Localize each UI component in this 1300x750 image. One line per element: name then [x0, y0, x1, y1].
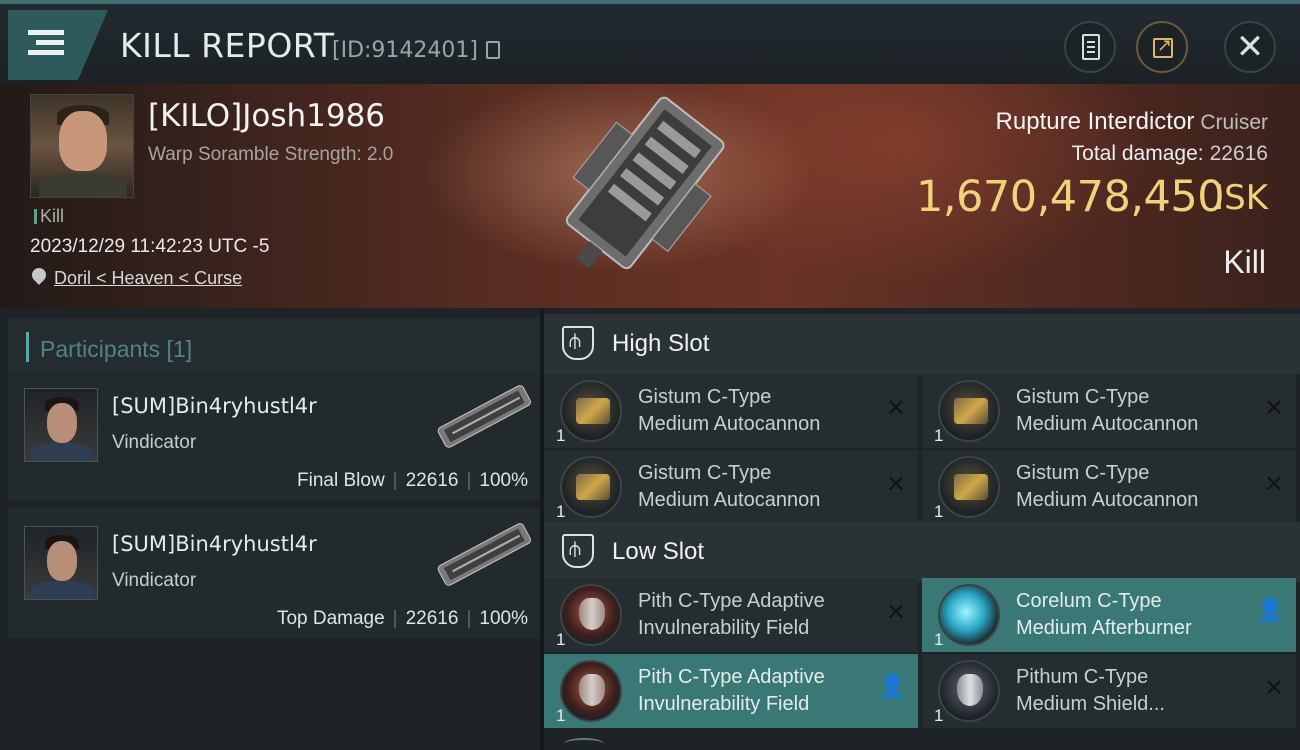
- module-quantity: 1: [934, 630, 944, 649]
- kill-tag: Kill: [34, 206, 64, 227]
- victim-portrait[interactable]: [30, 94, 134, 198]
- participant-stats: Final Blow | 22616 | 100%: [297, 470, 528, 491]
- share-external-icon: [1153, 35, 1173, 58]
- module-name: Corelum C-Type Medium Afterburner: [1016, 590, 1192, 639]
- high-slot-icon: [562, 326, 594, 360]
- ship-name[interactable]: Rupture Interdictor: [996, 108, 1195, 135]
- participant-role: Final Blow: [297, 470, 385, 491]
- total-damage: Total damage: 22616: [1071, 142, 1268, 165]
- participant-row[interactable]: [SUM]Bin4ryhustl4r Vindicator Top Damage…: [8, 508, 540, 638]
- high-slot-header: High Slot: [544, 314, 1300, 374]
- close-icon: ✕: [1235, 27, 1265, 67]
- module-name: Gistum C-Type Medium Autocannon: [638, 386, 821, 435]
- destroyed-icon: ✕: [1263, 470, 1284, 498]
- dropped-person-icon: 👤: [1256, 598, 1284, 623]
- share-button[interactable]: [1136, 21, 1188, 73]
- module-high-4[interactable]: 1 Gistum C-Type Medium Autocannon ✕: [922, 450, 1296, 524]
- kill-datetime: 2023/12/29 11:42:23 UTC -5: [30, 236, 270, 257]
- participant-percent: 100%: [479, 470, 528, 491]
- module-quantity: 1: [934, 502, 944, 521]
- invulnerability-field-icon: [560, 584, 622, 646]
- participants-header[interactable]: Participants [1]: [8, 318, 540, 374]
- module-quantity: 1: [556, 630, 566, 649]
- participant-ship-image: [437, 385, 531, 448]
- low-slot-header: Low Slot: [544, 522, 1300, 582]
- module-quantity: 1: [556, 426, 566, 445]
- destroyed-icon: ✕: [885, 598, 906, 626]
- map-pin-icon: [29, 265, 49, 285]
- participant-name: [SUM]Bin4ryhustl4r: [112, 394, 317, 418]
- participant-ship: Vindicator: [112, 432, 197, 453]
- partial-module-icon: [564, 738, 604, 750]
- victim-ship-image: [565, 96, 725, 270]
- participants-panel: Participants [1] [SUM]Bin4ryhustl4r Vind…: [0, 308, 540, 750]
- module-high-3[interactable]: 1 Gistum C-Type Medium Autocannon ✕: [544, 450, 918, 524]
- participant-damage: 22616: [405, 470, 459, 491]
- clipboard-icon: [1082, 34, 1100, 60]
- destroyed-icon: ✕: [885, 470, 906, 498]
- module-low-4[interactable]: 1 Pithum C-Type Medium Shield... ✕: [922, 654, 1296, 728]
- autocannon-icon: [560, 456, 622, 518]
- autocannon-icon: [938, 456, 1000, 518]
- participant-ship: Vindicator: [112, 570, 197, 591]
- module-name: Pith C-Type Adaptive Invulnerability Fiel…: [638, 590, 825, 639]
- close-button[interactable]: ✕: [1224, 21, 1276, 73]
- participant-ship-image: [437, 523, 531, 586]
- destroyed-icon: ✕: [885, 394, 906, 422]
- destroyed-icon: ✕: [1263, 394, 1284, 422]
- ship-class: Cruiser: [1200, 111, 1268, 134]
- participant-name: [SUM]Bin4ryhustl4r: [112, 532, 317, 556]
- outcome-label: Kill: [1223, 244, 1266, 280]
- module-quantity: 1: [556, 706, 566, 725]
- menu-button[interactable]: [8, 10, 108, 80]
- module-quantity: 1: [934, 426, 944, 445]
- participant-row[interactable]: [SUM]Bin4ryhustl4r Vindicator Final Blow…: [8, 370, 540, 500]
- report-button[interactable]: [1064, 21, 1116, 73]
- module-high-2[interactable]: 1 Gistum C-Type Medium Autocannon ✕: [922, 374, 1296, 448]
- victim-name[interactable]: [KILO]Josh1986: [148, 98, 385, 134]
- module-name: Pithum C-Type Medium Shield...: [1016, 666, 1165, 715]
- participant-role: Top Damage: [276, 608, 385, 629]
- participant-damage: 22616: [405, 608, 459, 629]
- shield-extender-icon: [938, 660, 1000, 722]
- destroyed-icon: ✕: [1263, 674, 1284, 702]
- participant-percent: 100%: [479, 608, 528, 629]
- module-high-1[interactable]: 1 Gistum C-Type Medium Autocannon ✕: [544, 374, 918, 448]
- high-slot-title: High Slot: [612, 330, 710, 357]
- module-name: Gistum C-Type Medium Autocannon: [1016, 462, 1199, 511]
- victim-banner: [KILO]Josh1986 Warp Soramble Strength: 2…: [0, 84, 1300, 308]
- isk-unit: ISK: [1214, 178, 1268, 218]
- module-low-2[interactable]: 1 Corelum C-Type Medium Afterburner 👤: [922, 578, 1296, 652]
- low-slot-title: Low Slot: [612, 538, 705, 565]
- title-bar: KILL REPORT [ID:9142401] ✕: [0, 0, 1300, 84]
- victim-ship-type: Rupture Interdictor Cruiser: [996, 108, 1268, 136]
- hamburger-menu-icon: [28, 30, 64, 35]
- location-link[interactable]: Doril < Heaven < Curse: [54, 268, 242, 289]
- participant-stats: Top Damage | 22616 | 100%: [276, 608, 528, 629]
- module-quantity: 1: [934, 706, 944, 725]
- copy-icon[interactable]: [486, 41, 500, 59]
- autocannon-icon: [560, 380, 622, 442]
- page-title: KILL REPORT: [120, 26, 335, 65]
- total-damage-value: 22616: [1209, 142, 1268, 165]
- module-name: Pith C-Type Adaptive Invulnerability Fiel…: [638, 666, 825, 715]
- participant-portrait[interactable]: [24, 526, 98, 600]
- dropped-person-icon: 👤: [878, 674, 906, 699]
- afterburner-icon: [938, 584, 1000, 646]
- participant-portrait[interactable]: [24, 388, 98, 462]
- module-quantity: 1: [556, 502, 566, 521]
- invulnerability-field-icon: [560, 660, 622, 722]
- module-low-3[interactable]: 1 Pith C-Type Adaptive Invulnerability Fi…: [544, 654, 918, 728]
- low-slot-icon: [562, 534, 594, 568]
- warp-scramble-strength: Warp Soramble Strength: 2.0: [148, 144, 394, 165]
- module-name: Gistum C-Type Medium Autocannon: [638, 462, 821, 511]
- module-name: Gistum C-Type Medium Autocannon: [1016, 386, 1199, 435]
- fitting-slots-panel: High Slot 1 Gistum C-TypeMedium Autocann…: [544, 308, 1300, 750]
- module-low-1[interactable]: 1 Pith C-Type Adaptive Invulnerability Fi…: [544, 578, 918, 652]
- kill-id: [ID:9142401]: [332, 38, 478, 63]
- isk-value: 1,670,478,450: [916, 172, 1225, 222]
- autocannon-icon: [938, 380, 1000, 442]
- participants-title: Participants [1]: [40, 336, 193, 362]
